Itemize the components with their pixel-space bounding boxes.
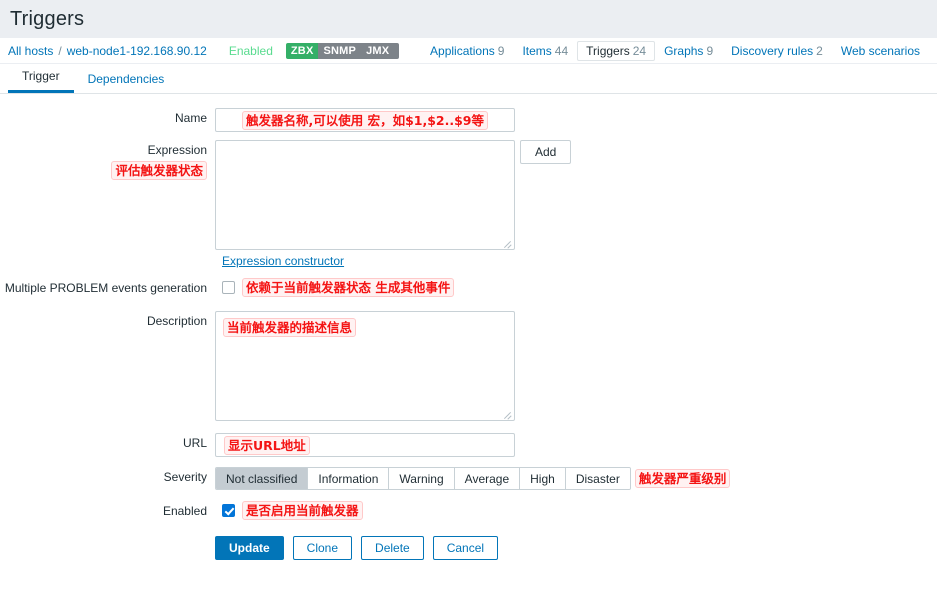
name-label: Name [174, 111, 207, 125]
host-tab-web-scenarios[interactable]: Web scenarios [832, 41, 929, 61]
update-button[interactable]: Update [215, 536, 284, 560]
severity-option-average[interactable]: Average [454, 468, 521, 489]
clone-button[interactable]: Clone [292, 536, 353, 560]
expression-label: Expression [147, 143, 207, 157]
multiple-problem-label: Multiple PROBLEM events generation [4, 281, 207, 295]
enabled-annotation: 是否启用当前触发器 [242, 501, 363, 520]
interface-badge-jmx[interactable]: JMX [361, 42, 395, 59]
host-tab-triggers-count: 24 [632, 43, 647, 58]
description-resize-handle[interactable] [501, 407, 513, 419]
host-tab-graphs[interactable]: Graphs 9 [655, 41, 722, 61]
host-tab-discovery-rules-count: 2 [816, 43, 823, 58]
delete-button[interactable]: Delete [361, 536, 424, 560]
host-tab-items-label: Items [522, 43, 552, 58]
form-subtabs: Trigger Dependencies [0, 64, 937, 94]
tab-trigger[interactable]: Trigger [8, 63, 74, 93]
row-name: Name 触发器名称,可以使用 宏，如$1,$2..$9等 [0, 108, 937, 132]
url-input[interactable]: 显示URL地址 [215, 433, 515, 457]
breadcrumb: All hosts / web-node1-192.168.90.12 Enab… [0, 38, 937, 64]
severity-option-high[interactable]: High [520, 468, 566, 489]
row-enabled: Enabled 是否启用当前触发器 [0, 501, 937, 521]
host-tab-applications-count: 9 [497, 43, 505, 58]
host-tab-applications-label: Applications [430, 43, 495, 58]
severity-selector: Not classified Information Warning Avera… [215, 467, 631, 490]
severity-annotation: 触发器严重级别 [634, 469, 731, 488]
expression-annotation: 评估触发器状态 [111, 161, 207, 180]
trigger-form: Name 触发器名称,可以使用 宏，如$1,$2..$9等 Expression… [0, 94, 937, 560]
enabled-checkbox[interactable] [222, 504, 235, 517]
interface-badges: ZBX SNMP JMX IPMI [285, 42, 400, 59]
breadcrumb-host[interactable]: web-node1-192.168.90.12 [67, 44, 207, 58]
host-tab-items[interactable]: Items 44 [513, 41, 577, 61]
name-input[interactable]: 触发器名称,可以使用 宏，如$1,$2..$9等 [215, 108, 515, 132]
expression-add-button[interactable]: Add [520, 140, 572, 164]
action-buttons: Update Clone Delete Cancel [215, 536, 499, 560]
triggers-page: Triggers All hosts / web-node1-192.168.9… [0, 0, 937, 590]
host-tab-triggers-label: Triggers [586, 43, 630, 58]
row-expression-constructor: Expression constructor [0, 254, 937, 268]
url-label: URL [182, 436, 207, 450]
severity-option-information[interactable]: Information [308, 468, 390, 489]
interface-badge-zbx[interactable]: ZBX [285, 42, 319, 59]
tab-dependencies[interactable]: Dependencies [74, 66, 179, 93]
host-tab-items-count: 44 [554, 43, 569, 58]
host-tab-graphs-label: Graphs [664, 43, 704, 58]
url-field-wrap: 显示URL地址 [215, 433, 515, 457]
severity-option-not-classified[interactable]: Not classified [216, 468, 309, 489]
url-annotation: 显示URL地址 [224, 435, 310, 455]
host-tab-graphs-count: 9 [706, 43, 714, 58]
expression-label-wrap: Expression 评估触发器状态 [0, 140, 215, 181]
host-nav-tabs: Applications 9 Items 44 Triggers 24 Graphs 9… [421, 40, 929, 61]
cancel-button[interactable]: Cancel [432, 536, 499, 560]
name-annotation: 触发器名称,可以使用 宏，如$1,$2..$9等 [241, 110, 489, 130]
row-actions: Update Clone Delete Cancel [0, 536, 937, 560]
host-tab-discovery-rules-label: Discovery rules [731, 43, 814, 58]
host-tab-applications[interactable]: Applications 9 [421, 41, 513, 61]
host-status: Enabled [228, 43, 273, 58]
enabled-field-wrap: 是否启用当前触发器 [215, 501, 363, 520]
multiple-problem-annotation: 依赖于当前触发器状态 生成其他事件 [242, 278, 455, 297]
description-annotation: 当前触发器的描述信息 [223, 318, 357, 337]
row-url: URL 显示URL地址 [0, 433, 937, 457]
breadcrumb-separator: / [58, 43, 62, 58]
page-header: Triggers [0, 0, 937, 38]
page-title: Triggers [10, 7, 85, 30]
row-expression: Expression 评估触发器状态 Add [0, 140, 937, 250]
multiple-problem-field-wrap: 依赖于当前触发器状态 生成其他事件 [215, 278, 455, 297]
row-multiple-problem: Multiple PROBLEM events generation 依赖于当前… [0, 278, 937, 298]
breadcrumb-all-hosts[interactable]: All hosts [8, 44, 53, 58]
description-textarea[interactable]: 当前触发器的描述信息 [215, 311, 515, 421]
severity-field-wrap: Not classified Information Warning Avera… [215, 467, 731, 490]
row-description: Description 当前触发器的描述信息 [0, 311, 937, 421]
description-field-wrap: 当前触发器的描述信息 [215, 311, 515, 421]
host-tab-discovery-rules[interactable]: Discovery rules 2 [722, 41, 832, 61]
severity-option-warning[interactable]: Warning [389, 468, 455, 489]
expression-constructor-wrap: Expression constructor [215, 254, 344, 268]
expression-constructor-link[interactable]: Expression constructor [222, 254, 344, 268]
multiple-problem-checkbox[interactable] [222, 281, 235, 294]
severity-label: Severity [163, 470, 207, 484]
expression-resize-handle[interactable] [501, 236, 513, 248]
host-tab-triggers[interactable]: Triggers 24 [577, 40, 656, 61]
row-severity: Severity Not classified Information Warn… [0, 467, 937, 490]
interface-badge-ipmi[interactable]: IPMI [394, 42, 400, 59]
host-tab-web-scenarios-label: Web scenarios [840, 43, 920, 58]
severity-option-disaster[interactable]: Disaster [565, 468, 630, 489]
enabled-label: Enabled [162, 504, 207, 518]
expression-field-wrap: Add [215, 140, 572, 250]
expression-textarea[interactable] [215, 140, 515, 250]
name-field-wrap: 触发器名称,可以使用 宏，如$1,$2..$9等 [215, 108, 515, 132]
interface-badge-snmp[interactable]: SNMP [318, 42, 362, 59]
description-label: Description [146, 314, 207, 328]
